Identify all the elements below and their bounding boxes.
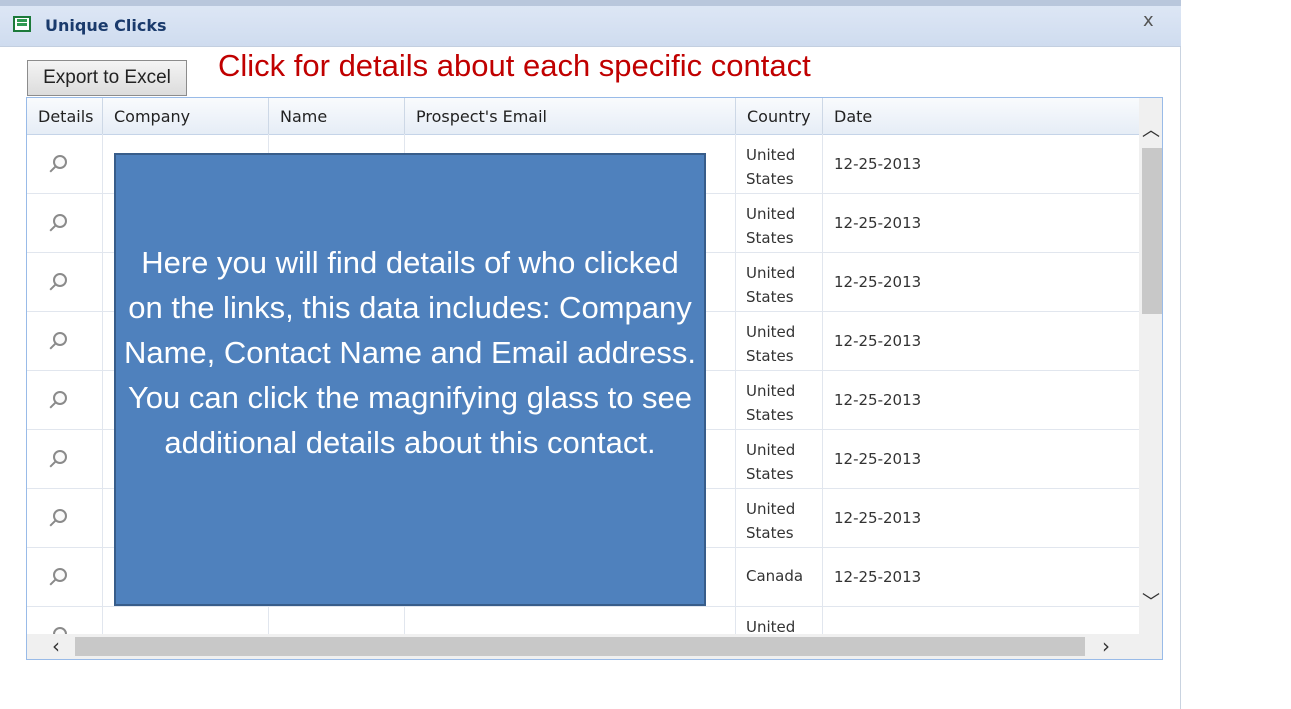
details-cell[interactable]	[27, 252, 103, 311]
date-cell: 12-25-2013	[834, 391, 922, 409]
magnifier-icon[interactable]	[53, 273, 67, 287]
column-header-details[interactable]: Details	[27, 98, 103, 134]
dialog-titlebar[interactable]: Unique Clicks x	[0, 0, 1181, 47]
email-cell	[405, 606, 736, 634]
date-cell: 12-25-2013	[834, 450, 922, 468]
date-cell: 12-25-2013	[834, 509, 922, 527]
country-cell: United States	[736, 488, 823, 547]
country-cell: Canada	[736, 547, 823, 606]
name-cell	[269, 606, 405, 634]
column-header-date[interactable]: Date	[823, 98, 1139, 134]
instruction-caption: Click for details about each specific co…	[218, 48, 811, 83]
details-cell[interactable]	[27, 606, 103, 634]
details-cell[interactable]	[27, 429, 103, 488]
date-cell: 12-25-2013	[834, 155, 922, 173]
country-cell: United States	[736, 311, 823, 370]
magnifier-icon[interactable]	[53, 509, 67, 523]
close-icon[interactable]: x	[1143, 10, 1154, 31]
country-cell: United States	[736, 370, 823, 429]
country-cell: United	[736, 606, 823, 634]
window-icon	[13, 16, 31, 32]
scroll-right-icon[interactable]: ›	[1095, 634, 1117, 658]
magnifier-icon[interactable]	[53, 155, 67, 169]
magnifier-icon[interactable]	[53, 627, 67, 634]
details-cell[interactable]	[27, 134, 103, 193]
vertical-scroll-thumb[interactable]	[1142, 148, 1162, 314]
company-cell	[103, 606, 269, 634]
explanation-callout: Here you will find details of who clicke…	[114, 153, 706, 606]
table-row[interactable]: United	[27, 606, 1139, 634]
magnifier-icon[interactable]	[53, 332, 67, 346]
column-header-company[interactable]: Company	[103, 98, 269, 134]
titlebar-top-strip	[0, 0, 1181, 6]
country-cell: United States	[736, 429, 823, 488]
scroll-down-icon[interactable]: ﹀	[1141, 588, 1161, 614]
magnifier-icon[interactable]	[53, 450, 67, 464]
date-cell: 12-25-2013	[834, 568, 922, 586]
details-cell[interactable]	[27, 370, 103, 429]
grid-header: Details Company Name Prospect's Email Co…	[27, 98, 1139, 135]
magnifier-icon[interactable]	[53, 214, 67, 228]
column-header-email[interactable]: Prospect's Email	[405, 98, 736, 134]
scroll-left-icon[interactable]: ‹	[45, 634, 67, 658]
export-to-excel-button[interactable]: Export to Excel	[27, 60, 187, 96]
country-cell: United States	[736, 134, 823, 193]
details-cell[interactable]	[27, 193, 103, 252]
dialog-title: Unique Clicks	[45, 16, 167, 35]
country-cell: United States	[736, 252, 823, 311]
magnifier-icon[interactable]	[53, 391, 67, 405]
date-cell	[823, 606, 1139, 634]
country-cell: United States	[736, 193, 823, 252]
column-header-name[interactable]: Name	[269, 98, 405, 134]
details-cell[interactable]	[27, 547, 103, 606]
horizontal-scroll-thumb[interactable]	[75, 637, 1085, 656]
details-cell[interactable]	[27, 488, 103, 547]
magnifier-icon[interactable]	[53, 568, 67, 582]
callout-text: Here you will find details of who clicke…	[123, 244, 697, 460]
date-cell: 12-25-2013	[834, 332, 922, 350]
scroll-up-icon[interactable]: ︿	[1141, 116, 1161, 142]
column-header-country[interactable]: Country	[736, 98, 823, 134]
details-cell[interactable]	[27, 311, 103, 370]
horizontal-scrollbar[interactable]: ‹ ›	[27, 634, 1162, 659]
vertical-scrollbar[interactable]: ︿ ﹀	[1139, 98, 1162, 634]
date-cell: 12-25-2013	[834, 273, 922, 291]
date-cell: 12-25-2013	[834, 214, 922, 232]
